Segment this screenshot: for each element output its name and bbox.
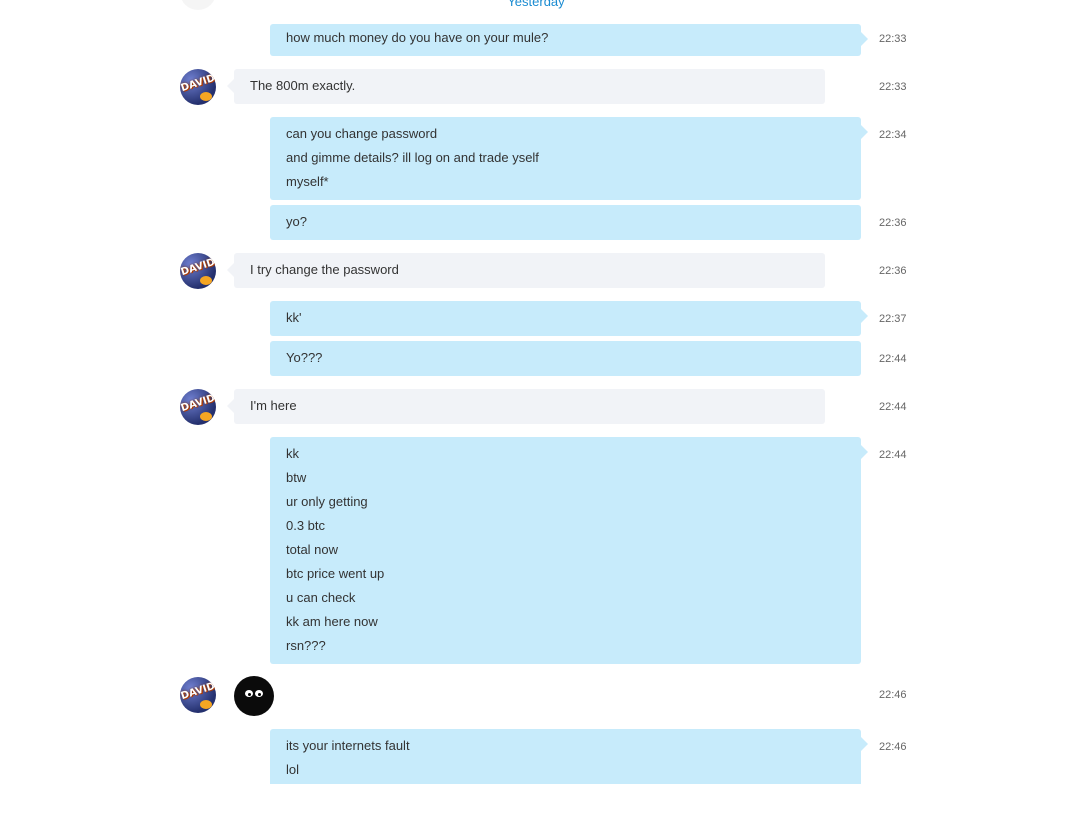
message-text: ur only getting (286, 494, 368, 509)
day-separator: Yesterday (507, 0, 565, 9)
message-timestamp: 22:44 (879, 401, 907, 413)
message-bubble-outgoing[interactable]: how much money do you have on your mule? (270, 24, 868, 56)
message-timestamp: 22:44 (879, 353, 907, 365)
message-bubble-outgoing[interactable]: yo? (270, 205, 861, 240)
message-text: Yo??? (286, 350, 323, 365)
message-bubble-outgoing[interactable]: its your internets fault lol (270, 729, 868, 784)
message-bubble-incoming[interactable]: The 800m exactly. (227, 69, 825, 104)
message-text: total now (286, 542, 339, 557)
contact-avatar[interactable]: DAVID (180, 677, 216, 713)
avatar-label: DAVID (180, 256, 216, 279)
message-bubble-outgoing[interactable]: can you change password and gimme detail… (270, 117, 868, 200)
shy-eyes-emoticon[interactable] (234, 676, 274, 716)
message-text: myself* (286, 174, 329, 189)
message-bubble-incoming[interactable]: I'm here (227, 389, 825, 424)
message-timestamp: 22:46 (879, 741, 907, 753)
message-text: kk (286, 446, 299, 461)
message-timestamp: 22:33 (879, 33, 907, 45)
message-bubble-outgoing[interactable]: Yo??? (270, 341, 861, 376)
avatar-label: DAVID (180, 392, 216, 415)
message-text: and gimme details? ill log on and trade … (286, 150, 539, 165)
message-timestamp: 22:36 (879, 217, 907, 229)
eye-icon (245, 690, 253, 697)
message-text: kk' (286, 310, 302, 325)
contact-avatar[interactable]: DAVID (180, 253, 216, 289)
message-text: 0.3 btc (286, 518, 326, 533)
message-text: its your internets fault (286, 738, 410, 753)
message-bubble-outgoing[interactable]: kk' (270, 301, 868, 336)
message-timestamp: 22:46 (879, 689, 907, 701)
contact-avatar[interactable]: DAVID (180, 389, 216, 425)
message-timestamp: 22:37 (879, 313, 907, 325)
message-bubble-outgoing[interactable]: kk btw ur only getting 0.3 btc total now… (270, 437, 868, 664)
message-timestamp: 22:36 (879, 265, 907, 277)
contact-avatar[interactable]: DAVID (180, 69, 216, 105)
message-text: can you change password (286, 126, 438, 141)
message-text: lol (286, 762, 300, 777)
message-timestamp: 22:44 (879, 449, 907, 461)
message-text: how much money do you have on your mule? (286, 30, 549, 45)
message-text: u can check (286, 590, 356, 605)
message-text: btw (286, 470, 307, 485)
avatar-label: DAVID (180, 72, 216, 95)
message-bubble-incoming[interactable]: I try change the password (227, 253, 825, 288)
eye-icon (255, 690, 263, 697)
message-text: I'm here (250, 398, 297, 413)
message-text: btc price went up (286, 566, 385, 581)
message-text: rsn??? (286, 638, 326, 653)
message-text: I try change the password (250, 262, 399, 277)
avatar-label: DAVID (180, 680, 216, 703)
message-text: yo? (286, 214, 307, 229)
message-timestamp: 22:33 (879, 81, 907, 93)
message-text: kk am here now (286, 614, 378, 629)
message-text: The 800m exactly. (250, 78, 356, 93)
message-timestamp: 22:34 (879, 129, 907, 141)
